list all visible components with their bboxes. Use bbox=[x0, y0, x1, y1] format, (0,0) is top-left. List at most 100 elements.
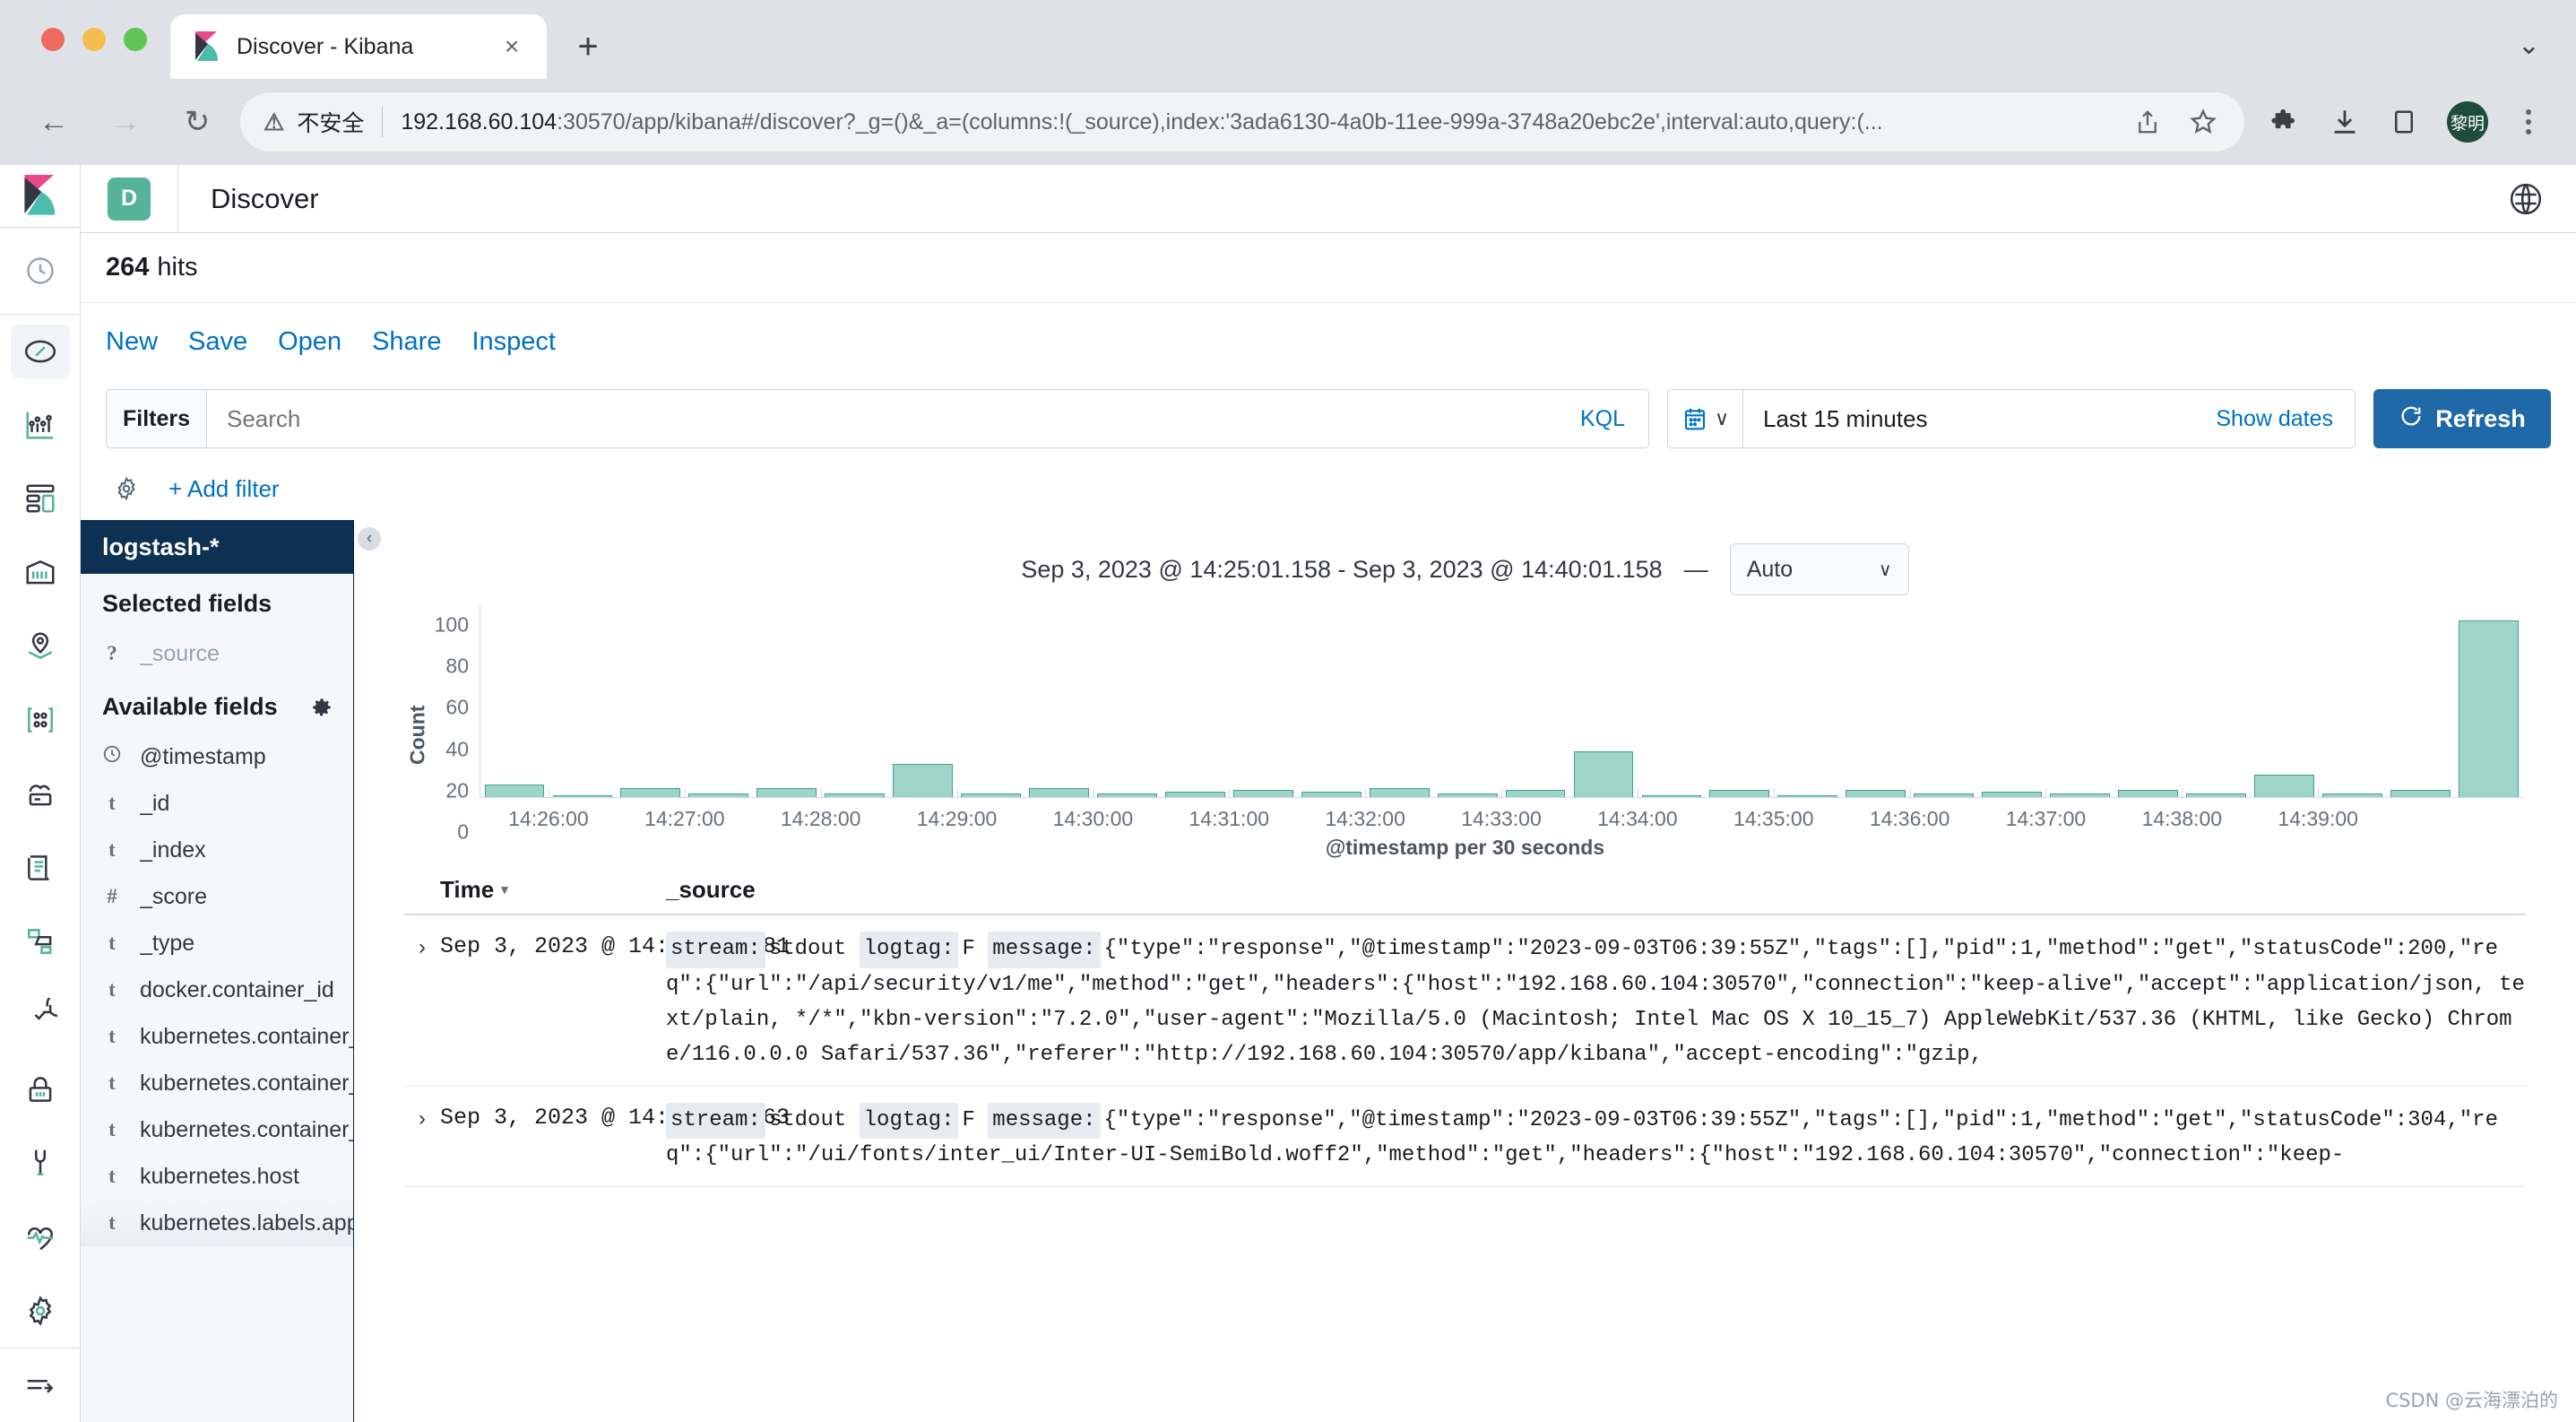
histogram-chart[interactable]: Count 0 20 40 60 80 100 14:26:00 14:27:00 14:28… bbox=[354, 599, 2576, 844]
chart-bar-slot[interactable] bbox=[2386, 604, 2454, 797]
search-bar[interactable]: Filters KQL bbox=[106, 389, 1649, 448]
field-item[interactable]: t kubernetes.labels.app bbox=[81, 1200, 353, 1246]
search-input[interactable] bbox=[207, 404, 1580, 433]
chart-bar[interactable] bbox=[1164, 792, 1225, 797]
maximize-window-button[interactable] bbox=[124, 28, 147, 51]
forward-button[interactable]: → bbox=[97, 93, 154, 151]
open-link[interactable]: Open bbox=[278, 327, 341, 357]
share-icon[interactable] bbox=[2126, 108, 2169, 136]
chart-bar[interactable] bbox=[688, 793, 749, 797]
chart-bar-slot[interactable] bbox=[2318, 604, 2386, 797]
close-window-button[interactable] bbox=[41, 28, 65, 51]
chart-bar-slot[interactable] bbox=[1161, 604, 1229, 797]
table-row[interactable]: › Sep 3, 2023 @ 14:39:55.863 stream: stdout… bbox=[404, 1087, 2526, 1188]
kibana-logo-icon[interactable] bbox=[0, 165, 81, 228]
show-dates-button[interactable]: Show dates bbox=[2216, 406, 2355, 432]
chart-bar[interactable] bbox=[1029, 788, 1089, 797]
kebab-menu-icon[interactable] bbox=[2506, 109, 2551, 134]
date-range-value[interactable]: Last 15 minutes bbox=[1743, 405, 2216, 433]
sidebar-item-monitoring[interactable] bbox=[11, 1210, 70, 1263]
chart-bar-slot[interactable] bbox=[753, 604, 821, 797]
new-tab-button[interactable]: + bbox=[563, 22, 613, 72]
chart-bar-slot[interactable] bbox=[889, 604, 957, 797]
chart-bar[interactable] bbox=[1437, 793, 1498, 797]
chart-bar[interactable] bbox=[2186, 793, 2246, 797]
chart-bar-slot[interactable] bbox=[2454, 604, 2522, 797]
sidebar-item-logs[interactable] bbox=[11, 841, 70, 895]
refresh-button[interactable]: Refresh bbox=[2373, 389, 2551, 448]
chart-bar[interactable] bbox=[756, 788, 817, 797]
chart-bar[interactable] bbox=[1232, 790, 1293, 797]
chart-bar-slot[interactable] bbox=[1093, 604, 1161, 797]
chart-bar-slot[interactable] bbox=[1025, 604, 1094, 797]
chart-bar[interactable] bbox=[825, 793, 886, 797]
chart-bar[interactable] bbox=[1914, 793, 1975, 797]
field-item[interactable]: t kubernetes.container_ima... bbox=[81, 1013, 353, 1060]
chart-bar-slot[interactable] bbox=[1706, 604, 1774, 797]
chart-bar[interactable] bbox=[2321, 793, 2382, 797]
chart-bar-slot[interactable] bbox=[2182, 604, 2250, 797]
sidebar-item-dashboard[interactable] bbox=[11, 472, 70, 525]
field-item[interactable]: ? _source bbox=[81, 630, 353, 677]
back-button[interactable]: ← bbox=[25, 93, 82, 151]
field-item[interactable]: t kubernetes.container_name bbox=[81, 1106, 353, 1153]
filters-button[interactable]: Filters bbox=[107, 390, 207, 447]
chart-bar-slot[interactable] bbox=[2250, 604, 2318, 797]
chart-bar[interactable] bbox=[620, 788, 681, 797]
chart-bar[interactable] bbox=[1097, 793, 1157, 797]
chart-bar-slot[interactable] bbox=[2114, 604, 2183, 797]
chart-bar[interactable] bbox=[1641, 795, 1702, 797]
chart-bar[interactable] bbox=[893, 763, 953, 797]
field-item[interactable]: t kubernetes.host bbox=[81, 1153, 353, 1200]
calendar-icon[interactable]: ∨ bbox=[1668, 390, 1743, 447]
chart-bar-slot[interactable] bbox=[1774, 604, 1842, 797]
chart-bar[interactable] bbox=[1982, 792, 2042, 797]
chart-bar-slot[interactable] bbox=[1433, 604, 1501, 797]
sidebar-item-management[interactable] bbox=[11, 1283, 70, 1337]
index-pattern-selector[interactable]: logstash-* bbox=[81, 520, 353, 574]
chart-bar-slot[interactable] bbox=[1638, 604, 1706, 797]
time-column-header[interactable]: Time ▾ bbox=[440, 876, 646, 904]
chart-bar[interactable] bbox=[1301, 792, 1361, 797]
chart-bar-slot[interactable] bbox=[957, 604, 1025, 797]
sidebar-item-apm[interactable] bbox=[11, 915, 70, 968]
chart-bar-slot[interactable] bbox=[685, 604, 753, 797]
interval-select[interactable]: Auto ∨ bbox=[1729, 543, 1909, 595]
sidebar-item-maps[interactable] bbox=[11, 620, 70, 673]
chart-bar[interactable] bbox=[1846, 790, 1906, 797]
chart-bar-slot[interactable] bbox=[1842, 604, 1910, 797]
sidebar-item-dev-tools[interactable] bbox=[11, 1136, 70, 1190]
field-item[interactable]: t _index bbox=[81, 827, 353, 873]
chart-bar[interactable] bbox=[1505, 790, 1566, 797]
chart-bar-slot[interactable] bbox=[1501, 604, 1569, 797]
star-icon[interactable] bbox=[2182, 108, 2225, 136]
puzzle-piece-icon[interactable] bbox=[2260, 97, 2311, 147]
sidebar-item-discover[interactable] bbox=[10, 324, 70, 379]
chart-bar-slot[interactable] bbox=[2046, 604, 2114, 797]
chart-bar-slot[interactable] bbox=[1569, 604, 1638, 797]
expand-row-icon[interactable]: › bbox=[404, 1103, 440, 1175]
chart-bar[interactable] bbox=[552, 795, 613, 797]
chart-bar[interactable] bbox=[2253, 774, 2314, 797]
chart-bar-slot[interactable] bbox=[1910, 604, 1978, 797]
chart-bar[interactable] bbox=[1369, 788, 1430, 797]
field-item[interactable]: # _score bbox=[81, 873, 353, 920]
avatar[interactable]: 黎明 bbox=[2447, 101, 2488, 143]
sidebar-item-uptime[interactable] bbox=[11, 988, 70, 1042]
field-item[interactable]: t kubernetes.container_ima... bbox=[81, 1060, 353, 1106]
chart-bar-slot[interactable] bbox=[1229, 604, 1297, 797]
sort-caret-icon[interactable]: ▾ bbox=[501, 881, 508, 897]
browser-tab[interactable]: Discover - Kibana × bbox=[170, 14, 547, 79]
sidebar-item-visualize[interactable] bbox=[11, 398, 70, 452]
share-link[interactable]: Share bbox=[372, 327, 441, 357]
chart-bar[interactable] bbox=[2118, 790, 2178, 797]
table-row[interactable]: › Sep 3, 2023 @ 14:39:55.881 stream: stdout… bbox=[404, 915, 2526, 1087]
expand-row-icon[interactable]: › bbox=[404, 932, 440, 1073]
chart-bar-slot[interactable] bbox=[1297, 604, 1365, 797]
download-icon[interactable] bbox=[2320, 97, 2370, 147]
sidebar-item-canvas[interactable] bbox=[11, 546, 70, 600]
chart-bar[interactable] bbox=[1777, 795, 1838, 797]
side-panel-icon[interactable] bbox=[2379, 97, 2429, 147]
chart-bar[interactable] bbox=[961, 793, 1021, 797]
add-filter-button[interactable]: + Add filter bbox=[169, 475, 280, 503]
